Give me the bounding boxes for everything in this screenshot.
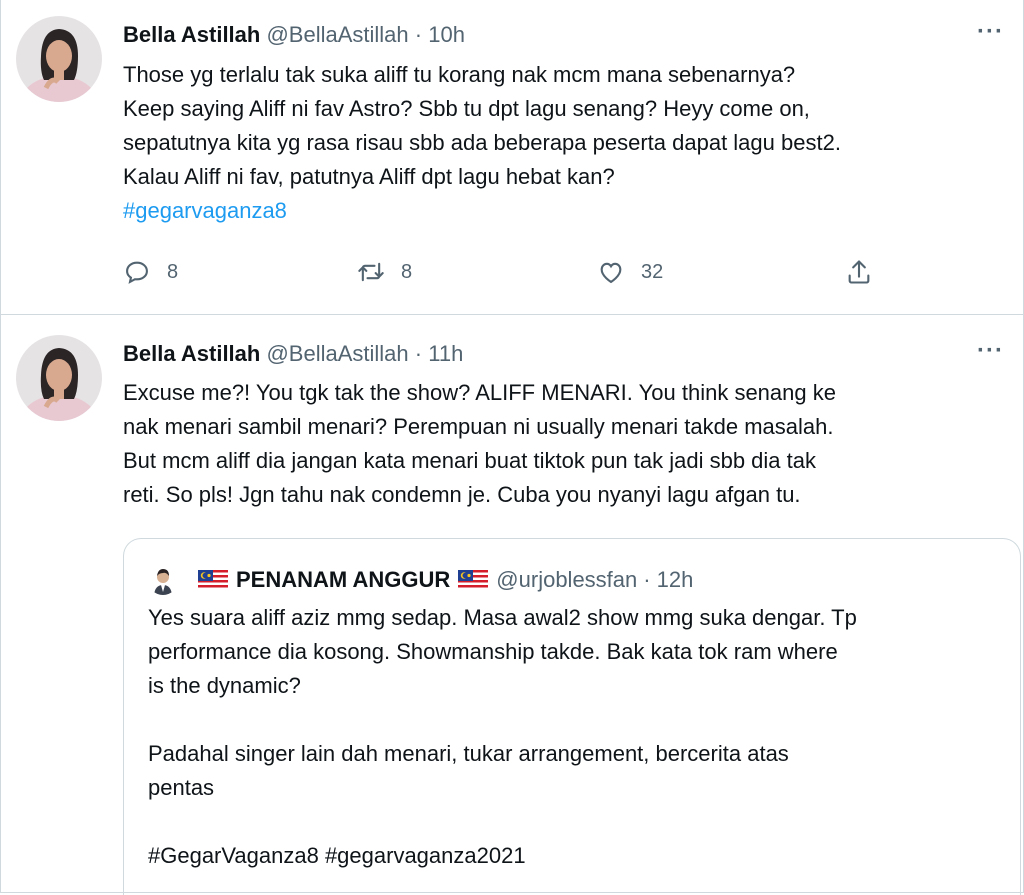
quoted-tweet-time[interactable]: 12h bbox=[657, 567, 694, 593]
tweet-line: nak menari sambil menari? Perempuan ni u… bbox=[123, 414, 834, 439]
quoted-tweet-text: Yes suara aliff aziz mmg sedap. Masa awa… bbox=[148, 601, 1008, 873]
quoted-line: Yes suara aliff aziz mmg sedap. Masa awa… bbox=[148, 605, 857, 630]
quoted-author-handle[interactable]: @urjoblessfan bbox=[496, 567, 637, 593]
quoted-avatar[interactable] bbox=[148, 565, 178, 595]
tweet-header: Bella Astillah @BellaAstillah · 11h bbox=[123, 341, 463, 367]
quoted-tweet-header: PENANAM ANGGUR @urjoblessfan · 12h bbox=[148, 565, 693, 595]
malaysia-flag-icon bbox=[458, 570, 489, 590]
quoted-hashtags[interactable]: #GegarVaganza8 #gegarvaganza2021 bbox=[148, 839, 1008, 873]
more-options-icon[interactable]: ··· bbox=[977, 337, 1004, 365]
malaysia-flag-icon bbox=[198, 570, 228, 590]
separator-dot: · bbox=[643, 567, 651, 592]
quoted-tweet[interactable]: PENANAM ANGGUR @urjoblessfan · 12h Yes s… bbox=[123, 538, 1021, 895]
quoted-line: pentas bbox=[148, 775, 215, 800]
tweet-text: Excuse me?! You tgk tak the show? ALIFF … bbox=[123, 376, 1003, 512]
quoted-line: performance dia kosong. Showmanship takd… bbox=[148, 639, 838, 664]
tweet-time[interactable]: 11h bbox=[428, 341, 463, 366]
tweet[interactable]: Bella Astillah @BellaAstillah · 11h ··· … bbox=[0, 0, 1024, 895]
avatar[interactable] bbox=[16, 335, 102, 421]
separator-dot: · bbox=[414, 341, 423, 366]
quoted-line: is the dynamic? bbox=[148, 673, 301, 698]
author-name[interactable]: Bella Astillah bbox=[123, 341, 260, 366]
tweet-line: reti. So pls! Jgn tahu nak condemn je. C… bbox=[123, 482, 801, 507]
tweet-line: Excuse me?! You tgk tak the show? ALIFF … bbox=[123, 380, 836, 405]
quoted-line: Padahal singer lain dah menari, tukar ar… bbox=[148, 741, 789, 766]
author-handle[interactable]: @BellaAstillah bbox=[266, 341, 408, 366]
tweet-line: But mcm aliff dia jangan kata menari bua… bbox=[123, 448, 816, 473]
quoted-author-name[interactable]: PENANAM ANGGUR bbox=[236, 567, 450, 593]
